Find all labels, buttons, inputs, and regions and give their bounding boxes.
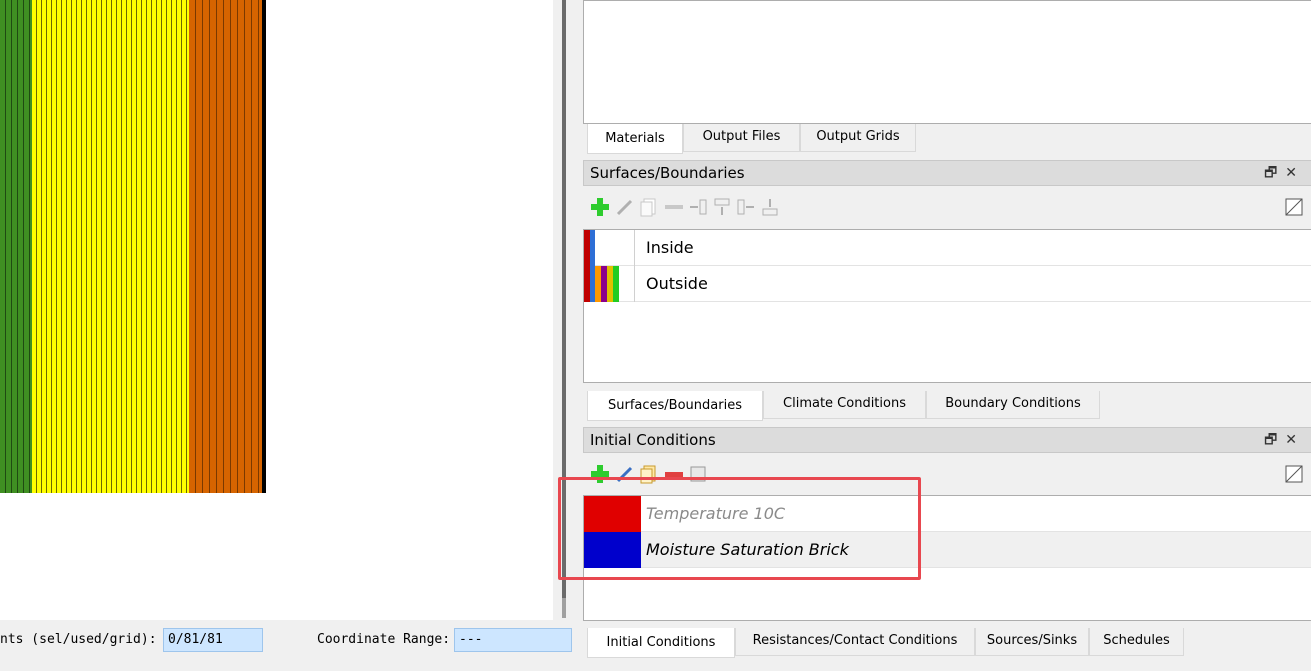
materials-panel[interactable] xyxy=(583,0,1311,124)
tab-climate-conditions[interactable]: Climate Conditions xyxy=(763,391,926,419)
edit-icon[interactable] xyxy=(613,196,635,218)
coordinate-range-label: Coordinate Range: xyxy=(317,632,451,647)
column-divider xyxy=(634,266,635,302)
highlight-box xyxy=(558,477,921,580)
elements-label: nts (sel/used/grid): xyxy=(0,632,157,647)
elements-count-field: 0/81/81 xyxy=(163,628,263,652)
copy-icon[interactable] xyxy=(637,196,659,218)
initial-conditions-title: Initial Conditions xyxy=(590,431,716,449)
remove-icon[interactable] xyxy=(663,196,685,218)
split-right-icon[interactable] xyxy=(687,196,709,218)
close-icon[interactable]: ✕ xyxy=(1285,165,1305,181)
material-layers[interactable] xyxy=(0,0,266,493)
layer-edge xyxy=(262,0,266,493)
layer-orange[interactable] xyxy=(189,0,262,493)
tab-output-files[interactable]: Output Files xyxy=(683,124,800,152)
add-icon[interactable] xyxy=(589,196,611,218)
list-item[interactable]: Outside xyxy=(584,266,1311,302)
tab-resistances-contact-conditions[interactable]: Resistances/Contact Conditions xyxy=(735,628,975,656)
bottom-tab-bar: Initial Conditions Resistances/Contact C… xyxy=(583,628,1311,658)
split-top-icon[interactable] xyxy=(711,196,733,218)
float-icon[interactable]: 🗗 xyxy=(1264,432,1285,448)
tab-surfaces-boundaries[interactable]: Surfaces/Boundaries xyxy=(587,391,763,421)
list-item[interactable]: Inside xyxy=(584,230,1311,266)
float-icon[interactable]: 🗗 xyxy=(1264,165,1285,181)
middle-tab-bar: Surfaces/Boundaries Climate Conditions B… xyxy=(583,391,1311,421)
surfaces-titlebar: Surfaces/Boundaries 🗗✕ xyxy=(583,160,1311,186)
split-left-icon[interactable] xyxy=(735,196,757,218)
surface-label: Outside xyxy=(646,274,708,293)
top-tab-bar: Materials Output Files Output Grids xyxy=(583,124,1311,154)
color-swatch xyxy=(613,266,619,302)
tab-sources-sinks[interactable]: Sources/Sinks xyxy=(975,628,1089,656)
close-icon[interactable]: ✕ xyxy=(1285,432,1305,448)
construction-view[interactable] xyxy=(0,0,553,620)
toggle-view-icon[interactable] xyxy=(1283,196,1305,218)
surfaces-title: Surfaces/Boundaries xyxy=(590,164,745,182)
splitter-line-lower xyxy=(562,598,566,618)
coordinate-range-field: --- xyxy=(454,628,572,652)
color-swatch xyxy=(590,230,595,266)
layer-yellow[interactable] xyxy=(32,0,189,493)
surfaces-toolbar xyxy=(583,191,1311,225)
split-bottom-icon[interactable] xyxy=(759,196,781,218)
column-divider xyxy=(634,230,635,266)
tab-schedules[interactable]: Schedules xyxy=(1089,628,1184,656)
surface-label: Inside xyxy=(646,238,694,257)
tab-materials[interactable]: Materials xyxy=(587,124,683,154)
tab-boundary-conditions[interactable]: Boundary Conditions xyxy=(926,391,1100,419)
surfaces-list[interactable]: Inside Outside xyxy=(583,229,1311,383)
initial-conditions-titlebar: Initial Conditions 🗗✕ xyxy=(583,427,1311,453)
status-bar: nts (sel/used/grid): 0/81/81 Coordinate … xyxy=(0,620,572,671)
toggle-view-icon[interactable] xyxy=(1283,463,1305,485)
layer-green[interactable] xyxy=(0,0,32,493)
tab-initial-conditions[interactable]: Initial Conditions xyxy=(587,628,735,658)
tab-output-grids[interactable]: Output Grids xyxy=(800,124,916,152)
